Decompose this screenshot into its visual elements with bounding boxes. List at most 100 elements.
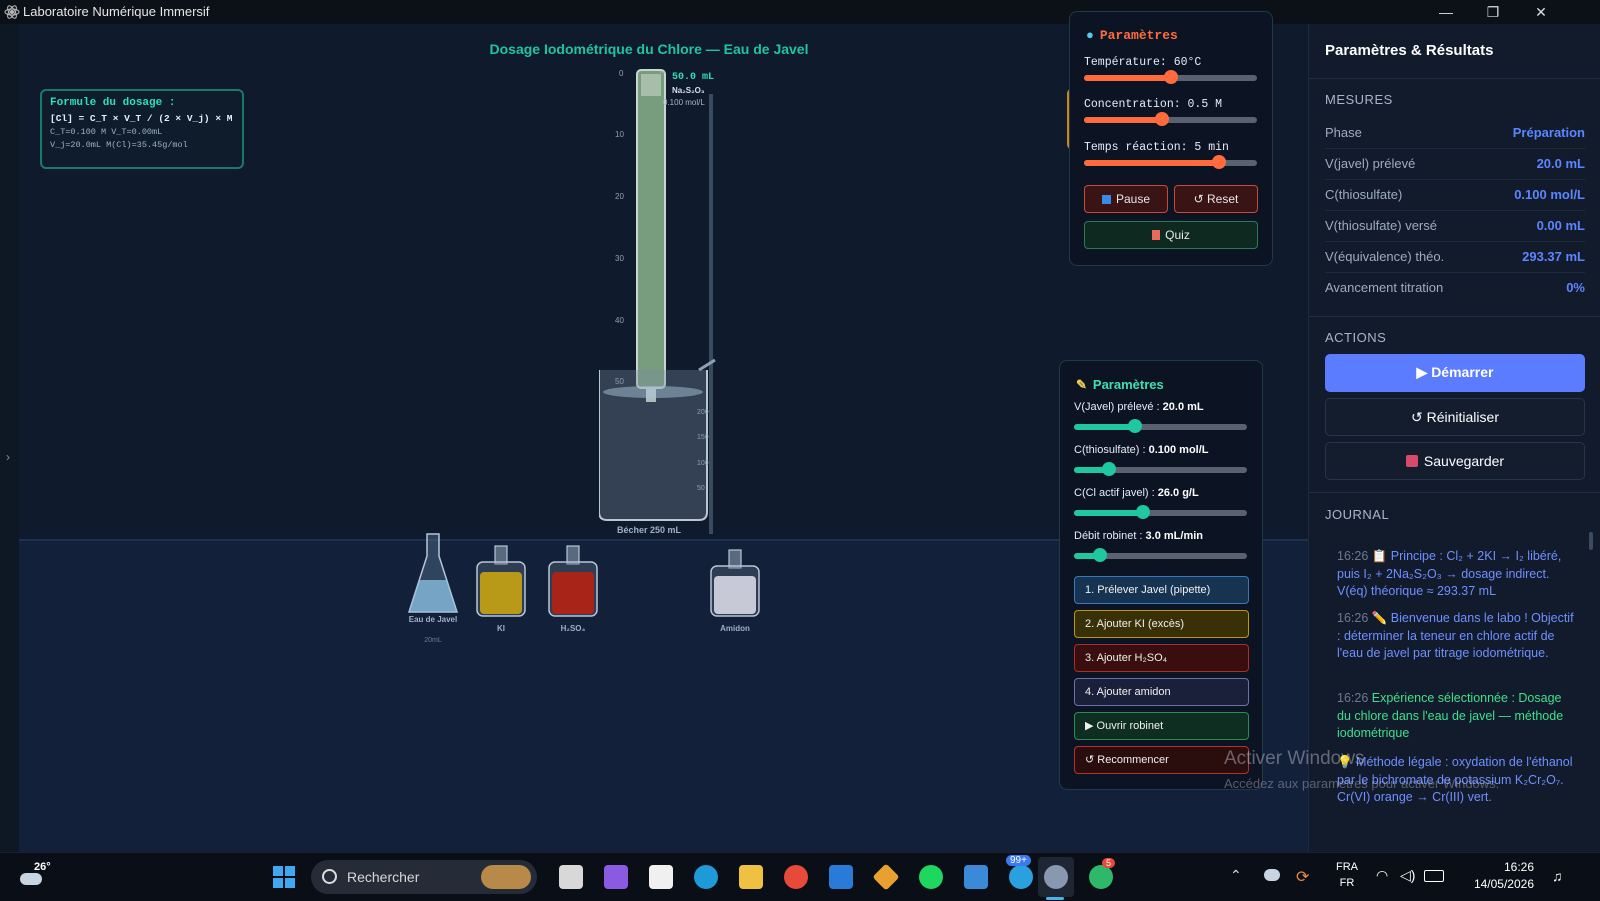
sidebar-header: Paramètres & Résultats [1325,42,1494,59]
chrome-badge: 5 [1102,858,1116,868]
chlore-conc-label: C(Cl actif javel) : 26.0 g/L [1074,487,1199,499]
save-button[interactable]: Sauvegarder [1325,442,1585,480]
step-add-h2so4-button[interactable]: 3. Ajouter H₂SO₄ [1074,644,1249,672]
titration-setup[interactable]: 0 10 20 30 40 50 50.0 mL Na₂S₂O₃ 0.100 m… [599,64,759,544]
title-bar: Laboratoire Numérique Immersif — ❐ ✕ [0,0,1600,24]
burette-reagent-label: Na₂S₂O₃ [672,86,705,95]
bottle-label: Eau de Javel [409,615,457,624]
task-view-icon[interactable] [559,865,583,889]
flow-rate-value: 3.0 mL/min [1145,530,1204,542]
bottle-ki[interactable]: KI [476,545,526,633]
reaction-time-label: Temps réaction: 5 min [1084,141,1229,154]
measure-key: V(thiosulfate) versé [1325,218,1437,233]
chrome-profile-icon[interactable] [1089,865,1113,889]
pause-icon [1101,195,1111,204]
temperature-slider[interactable] [1084,70,1257,84]
clock[interactable]: 16:26 14/05/2026 [1454,859,1534,893]
weather-widget[interactable]: 26° [20,861,60,893]
clock-date: 14/05/2026 [1473,877,1534,891]
chrome-icon[interactable] [784,865,808,889]
git-icon[interactable] [872,863,900,891]
taskbar-search[interactable]: Rechercher [311,860,537,894]
burette-tick: 40 [615,316,624,325]
notepad-icon[interactable] [964,865,988,889]
store-icon[interactable] [649,865,673,889]
wifi-icon[interactable]: ◠ [1376,867,1388,884]
edge-icon[interactable] [694,865,718,889]
telegram-badge: 99+ [1006,855,1031,866]
bottle-h2so4[interactable]: H₂SO₄ [548,545,598,633]
reinitialize-button[interactable]: ↺ Réinitialiser [1325,398,1585,436]
start-button[interactable]: ▶ Démarrer [1325,354,1585,392]
start-button-icon[interactable] [273,866,295,888]
simulation-title: Dosage Iodométrique du Chlore — Eau de J… [489,41,809,57]
formula-values-line2: V_j=20.0mL M(Cl)=35.45g/mol [50,140,188,150]
thiosulfate-conc-slider[interactable] [1074,462,1247,476]
search-icon [322,869,337,884]
measure-value: 293.37 mL [1522,249,1585,264]
reagent-shelf[interactable]: Eau de Javel 20mL KI H₂SO₄ Amidon [399,532,779,652]
minimize-icon[interactable]: — [1423,0,1469,24]
divider [1309,316,1600,317]
reaction-time-slider[interactable] [1084,155,1257,169]
spotify-icon[interactable] [919,865,943,889]
step-add-ki-button[interactable]: 2. Ajouter KI (excès) [1074,610,1249,638]
formula-heading: Formule du dosage : [50,97,176,109]
activation-watermark-title: Activer Windows [1224,748,1365,769]
left-collapse-strip[interactable]: › [0,24,20,852]
environment-panel-title-text: Paramètres [1099,28,1178,43]
taskbar: 26° Rechercher 99+ 5 ⌃ ⟳ FRA FR ◠ ◁) 16:… [0,852,1600,901]
javel-volume-slider[interactable] [1074,419,1247,433]
pause-button[interactable]: Pause [1084,185,1168,213]
document-icon [1152,230,1161,240]
flow-rate-label: Débit robinet : 3.0 mL/min [1074,530,1203,542]
burette-tube[interactable] [636,69,666,389]
volume-icon[interactable]: ◁) [1400,867,1415,884]
open-tap-button[interactable]: ▶ Ouvrir robinet [1074,712,1249,740]
flow-rate-slider[interactable] [1074,548,1247,562]
measure-value: Préparation [1512,125,1585,140]
bottle-label: H₂SO₄ [561,624,586,633]
app-atom-icon[interactable] [1044,865,1068,889]
journal-entry: 16:26 📋 Principe : Cl₂ + 2KI → I₂ libéré… [1337,548,1577,601]
chevron-right-icon[interactable]: › [6,450,10,464]
close-icon[interactable]: ✕ [1518,0,1564,24]
chevron-up-icon[interactable]: ⌃ [1230,867,1242,884]
bottle-label: KI [497,624,505,633]
pencil-icon: ✎ [1076,377,1087,392]
bottle-eau-de-javel[interactable]: Eau de Javel 20mL [407,533,459,644]
folder-icon[interactable] [739,865,763,889]
globe-icon: ● [1086,28,1094,43]
bottle-amidon[interactable]: Amidon [710,549,760,633]
language-indicator[interactable]: FRA FR [1332,859,1362,891]
beaker-liquid-surface [603,386,703,398]
weather-temp: 26° [34,861,51,873]
burette-tick: 10 [615,130,624,139]
params-panel-title-text: Paramètres [1092,377,1164,392]
step-pipette-button[interactable]: 1. Prélever Javel (pipette) [1074,576,1249,604]
quiz-button[interactable]: Quiz [1084,221,1258,249]
defender-icon[interactable] [1264,869,1280,881]
javel-volume-label: V(Javel) prélevé : 20.0 mL [1074,401,1204,413]
journal-scrollbar[interactable] [1589,532,1593,550]
step-add-amidon-button[interactable]: 4. Ajouter amidon [1074,678,1249,706]
burette-tick: 30 [615,254,624,263]
measure-key: Phase [1325,125,1362,140]
chlore-conc-slider[interactable] [1074,505,1247,519]
concentration-slider[interactable] [1084,112,1257,126]
sync-icon[interactable]: ⟳ [1296,867,1309,887]
burette-volume-label: 50.0 mL [672,72,714,83]
restart-button[interactable]: ↺ Recommencer [1074,746,1249,774]
flow-rate-label-text: Débit robinet : [1074,530,1146,542]
reset-button[interactable]: ↺ Reset [1174,185,1258,213]
measure-key: V(javel) prélevé [1325,156,1416,171]
burette-tick: 20 [615,192,624,201]
notification-bell-icon[interactable]: ♫ [1552,868,1563,884]
copilot-icon[interactable] [604,865,628,889]
restore-icon[interactable]: ❐ [1470,0,1516,24]
save-button-label: Sauvegarder [1423,453,1505,469]
telegram-icon[interactable] [1009,865,1033,889]
battery-icon[interactable] [1424,870,1444,882]
vscode-icon[interactable] [829,865,853,889]
floppy-icon [1405,455,1418,467]
